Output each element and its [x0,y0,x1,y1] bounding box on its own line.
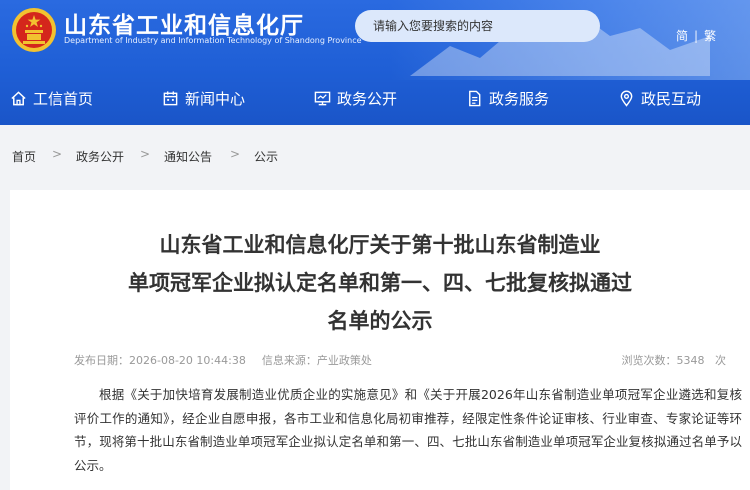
breadcrumb-announcement[interactable]: 公示 [254,148,278,165]
source-label: 信息来源： [261,354,317,367]
source: 产业政策处 [316,354,372,367]
monitor-icon [314,91,331,105]
location-icon [620,90,633,107]
article-title-line: 山东省工业和信息化厅关于第十批山东省制造业 [159,233,601,257]
article-title-line: 名单的公示 [327,309,433,333]
nav-label: 政务服务 [489,89,550,108]
view-count-unit: 次 [715,354,726,367]
nav-item-news[interactable]: 新闻中心 [162,86,245,110]
simplified-chinese-link[interactable]: 简 [676,27,688,44]
breadcrumb-separator: > [52,147,63,161]
article-card: 山东省工业和信息化厅关于第十批山东省制造业 单项冠军企业拟认定名单和第一、四、七… [10,190,750,490]
nav-label: 新闻中心 [185,89,246,108]
nav-label: 政务公开 [337,89,398,108]
nav-item-home[interactable]: 工信首页 [10,86,93,110]
publish-date-label: 发布日期： [74,354,129,367]
breadcrumb: 首页 > 政务公开 > 通知公告 > 公示 [0,125,750,187]
breadcrumb-government-affairs[interactable]: 政务公开 [76,148,124,165]
document-icon [469,90,481,106]
breadcrumb-separator: > [230,147,241,161]
site-title[interactable]: 山东省工业和信息化厅 [64,6,304,40]
view-count-value: 5348 [676,354,705,367]
home-icon [11,90,26,105]
site-header: 山东省工业和信息化厅 Department of Industry and In… [0,0,750,125]
language-switch: 简 | 繁 [676,27,716,44]
nav-item-government-affairs[interactable]: 政务公开 [314,86,397,110]
article-body: 根据《关于加快培育发展制造业优质企业的实施意见》和《关于开展2026年山东省制造… [74,387,742,473]
breadcrumb-home[interactable]: 首页 [12,148,36,165]
site-subtitle: Department of Industry and Information T… [64,36,362,45]
view-count-label: 浏览次数： [621,354,677,367]
breadcrumb-separator: > [140,147,151,161]
traditional-chinese-link[interactable]: 繁 [704,27,716,44]
nav-label: 政民互动 [641,89,702,108]
language-separator: | [694,29,699,43]
nav-item-public-interaction[interactable]: 政民互动 [618,86,701,110]
view-count: 浏览次数：5348 次 [622,352,727,368]
nav-label: 工信首页 [33,89,94,108]
national-emblem-icon [12,8,56,52]
nav-item-government-services[interactable]: 政务服务 [466,86,549,110]
article-title: 山东省工业和信息化厅关于第十批山东省制造业 单项冠军企业拟认定名单和第一、四、七… [70,226,690,340]
article-title-line: 单项冠军企业拟认定名单和第一、四、七批复核拟通过 [128,271,632,295]
calendar-icon [163,90,178,105]
search-input[interactable] [355,10,600,42]
publish-date: 2026-08-20 10:44:38 [129,354,246,367]
breadcrumb-notices[interactable]: 通知公告 [164,148,212,165]
article-meta: 发布日期：2026-08-20 10:44:38 信息来源：产业政策处 [74,352,372,368]
main-nav: 工信首页 新闻中心 政务公开 政务服务 政民互动 [0,80,750,116]
